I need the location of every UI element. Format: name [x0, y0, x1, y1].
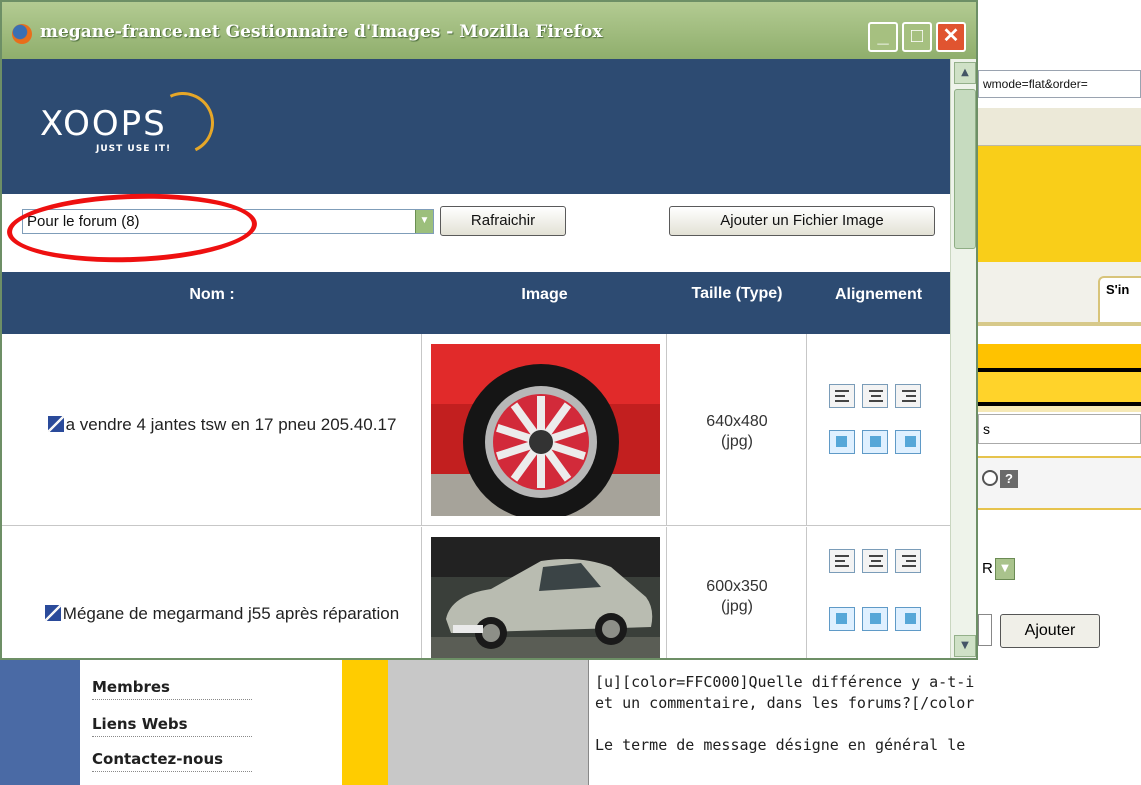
align-cell	[807, 334, 950, 525]
bg-menu: Membres Liens Webs Contactez-nous	[80, 660, 342, 785]
image-align-left-button[interactable]	[829, 607, 855, 631]
url-bar[interactable]: wmode=flat&order=	[978, 70, 1141, 98]
textarea-line: [u][color=FFC000]Quelle différence y a-t…	[595, 673, 975, 691]
textarea-line: et un commentaire, dans les forums?[/col…	[595, 694, 975, 712]
highlight-circle	[5, 189, 259, 267]
logo-tagline: JUST USE IT!	[96, 144, 172, 154]
header-alignment: Alignement	[834, 286, 923, 303]
add-image-button[interactable]: Ajouter un Fichier Image	[669, 206, 935, 236]
edit-icon[interactable]	[47, 416, 64, 432]
textarea-line: Le terme de message désigne en général l…	[595, 736, 966, 754]
chevron-down-icon[interactable]: ▼	[995, 558, 1015, 580]
maximize-button[interactable]: □	[902, 22, 932, 52]
image-name-text: a vendre 4 jantes tsw en 17 pneu 205.40.…	[65, 415, 397, 434]
window-title: megane-france.net Gestionnaire d'Images …	[40, 22, 603, 42]
name-cell: Mégane de megarmand j55 après réparation	[2, 527, 422, 658]
image-manager-window: megane-france.net Gestionnaire d'Images …	[0, 0, 978, 660]
image-align-right-button[interactable]	[895, 430, 921, 454]
header-size: Taille (Type)	[691, 285, 783, 302]
align-left-button[interactable]	[829, 384, 855, 408]
image-type: (jpg)	[720, 433, 753, 450]
close-button[interactable]: ✕	[936, 22, 966, 52]
bg-select-value: R	[982, 560, 993, 577]
image-type: (jpg)	[720, 598, 753, 615]
edit-icon[interactable]	[44, 605, 61, 621]
menu-item-membres[interactable]: Membres	[92, 678, 252, 700]
firefox-icon	[12, 24, 32, 44]
minimize-button[interactable]: _	[868, 22, 898, 52]
align-cell	[807, 527, 950, 658]
scroll-up-icon[interactable]: ▲	[954, 62, 976, 84]
bg-banner	[978, 146, 1141, 262]
bg-input[interactable]	[978, 614, 992, 646]
image-name-text: Mégane de megarmand j55 après réparation	[62, 604, 400, 623]
red-wheel-photo[interactable]	[431, 344, 660, 516]
refresh-button[interactable]: Rafraichir	[440, 206, 566, 236]
align-left-button[interactable]	[829, 549, 855, 573]
image-dimensions: 600x350	[706, 578, 768, 595]
logo-text: XOOPS	[40, 104, 167, 144]
bg-stripe	[978, 344, 1141, 412]
align-center-button[interactable]	[862, 549, 888, 573]
message-textarea[interactable]: [u][color=FFC000]Quelle différence y a-t…	[588, 660, 1141, 785]
table-row: a vendre 4 jantes tsw en 17 pneu 205.40.…	[2, 334, 950, 526]
bg-gray-column	[388, 660, 588, 785]
image-cell	[422, 527, 667, 660]
name-cell: a vendre 4 jantes tsw en 17 pneu 205.40.…	[2, 334, 422, 525]
xoops-logo: XOOPS JUST USE IT!	[40, 83, 223, 174]
align-text-group	[829, 549, 925, 573]
align-image-group	[829, 430, 925, 454]
help-icon[interactable]: ?	[1000, 470, 1018, 488]
menu-item-contact[interactable]: Contactez-nous	[92, 750, 252, 772]
image-dimensions: 640x480	[706, 413, 768, 430]
window-titlebar[interactable]: megane-france.net Gestionnaire d'Images …	[2, 2, 976, 59]
image-name[interactable]: Mégane de megarmand j55 après réparation	[22, 603, 422, 625]
bg-subject-field[interactable]: s	[978, 414, 1141, 444]
scroll-thumb[interactable]	[954, 89, 976, 249]
image-align-center-button[interactable]	[862, 607, 888, 631]
image-manager-content: XOOPS JUST USE IT! Pour le forum (8) ▼ R…	[2, 59, 950, 660]
header-name: Nom :	[189, 286, 235, 303]
size-cell: 600x350 (jpg)	[667, 527, 807, 658]
image-align-left-button[interactable]	[829, 430, 855, 454]
align-right-button[interactable]	[895, 384, 921, 408]
align-image-group	[829, 607, 925, 631]
bg-yellow-column	[342, 660, 388, 785]
header-band: XOOPS JUST USE IT!	[2, 59, 950, 194]
image-align-right-button[interactable]	[895, 607, 921, 631]
vertical-scrollbar[interactable]: ▲ ▼	[950, 59, 976, 658]
scroll-down-icon[interactable]: ▼	[954, 635, 976, 657]
bg-left-column	[0, 660, 80, 785]
table-header: Nom : Image Taille (Type) Alignement	[2, 272, 950, 334]
add-button[interactable]: Ajouter	[1000, 614, 1100, 648]
align-right-button[interactable]	[895, 549, 921, 573]
controls-bar: Pour le forum (8) ▼ Rafraichir Ajouter u…	[2, 189, 950, 272]
chevron-down-icon[interactable]: ▼	[415, 210, 433, 233]
header-image: Image	[521, 286, 568, 303]
align-center-button[interactable]	[862, 384, 888, 408]
table-row: Mégane de megarmand j55 après réparation	[2, 527, 950, 660]
menu-item-liens-webs[interactable]: Liens Webs	[92, 715, 252, 737]
bg-divider	[978, 322, 1141, 326]
image-align-center-button[interactable]	[862, 430, 888, 454]
size-cell: 640x480 (jpg)	[667, 334, 807, 525]
image-name[interactable]: a vendre 4 jantes tsw en 17 pneu 205.40.…	[22, 414, 422, 436]
align-text-group	[829, 384, 925, 408]
bg-tab-signin[interactable]: S'in	[1098, 276, 1141, 322]
bg-toolbar	[978, 108, 1141, 146]
image-cell	[422, 334, 667, 525]
silver-car-photo[interactable]	[431, 537, 660, 660]
bg-radio[interactable]	[982, 470, 998, 486]
